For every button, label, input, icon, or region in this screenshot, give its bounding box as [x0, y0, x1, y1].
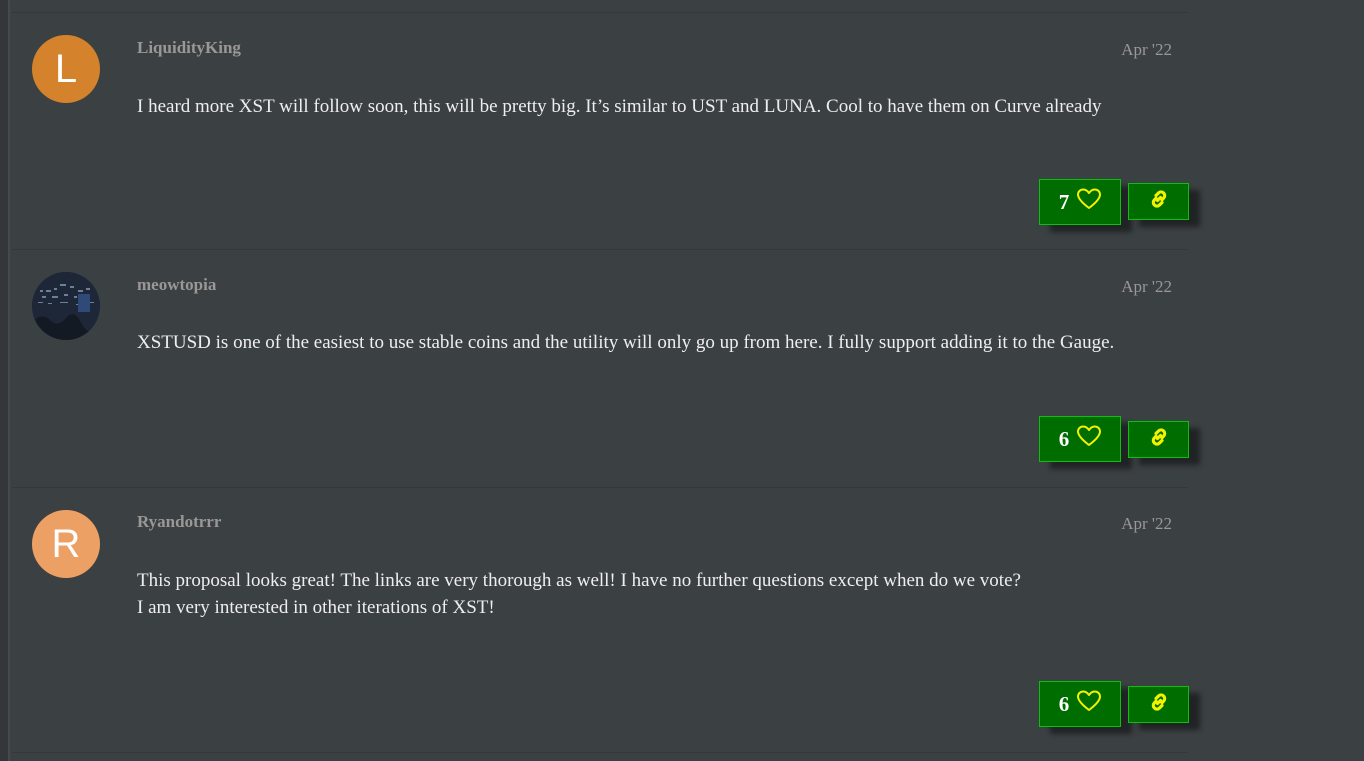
heart-icon	[1077, 690, 1102, 718]
post-body: I heard more XST will follow soon, this …	[137, 93, 1168, 120]
heart-icon	[1077, 425, 1102, 453]
post-body: This proposal looks great! The links are…	[137, 567, 1168, 621]
share-link-button[interactable]	[1128, 686, 1189, 723]
like-count: 6	[1058, 691, 1070, 716]
post-body: XSTUSD is one of the easiest to use stab…	[137, 329, 1168, 356]
post-date[interactable]: Apr '22	[1121, 277, 1172, 297]
link-icon	[1147, 187, 1171, 216]
username[interactable]: LiquidityKing	[137, 38, 241, 58]
post-body-line: I am very interested in other iterations…	[137, 597, 495, 618]
link-icon	[1147, 690, 1171, 719]
like-count: 7	[1058, 189, 1070, 214]
dark-chart-image	[32, 272, 100, 340]
post-body-line: I heard more XST will follow soon, this …	[137, 96, 1102, 117]
post-ryandotrrr: R Ryandotrrr Apr '22 This proposal looks…	[12, 487, 1189, 752]
avatar-letter: R	[51, 521, 81, 566]
post-body-line: This proposal looks great! The links are…	[137, 570, 1021, 591]
left-rail	[0, 0, 10, 761]
avatar[interactable]: R	[32, 510, 100, 578]
post-divider	[12, 752, 1188, 753]
like-count: 6	[1058, 426, 1070, 451]
link-icon	[1147, 425, 1171, 454]
like-button[interactable]: 6	[1039, 681, 1121, 727]
username[interactable]: meowtopia	[137, 275, 216, 295]
avatar[interactable]	[32, 272, 100, 340]
avatar-letter: L	[54, 46, 78, 91]
avatar[interactable]: L	[32, 35, 100, 103]
post-body-line: XSTUSD is one of the easiest to use stab…	[137, 332, 1115, 353]
share-link-button[interactable]	[1128, 183, 1189, 220]
post-meowtopia: meowtopia Apr '22 XSTUSD is one of the e…	[12, 249, 1189, 487]
heart-icon	[1077, 188, 1102, 216]
post-liquidityking: L LiquidityKing Apr '22 I heard more XST…	[12, 12, 1189, 249]
username[interactable]: Ryandotrrr	[137, 512, 221, 532]
post-date[interactable]: Apr '22	[1121, 514, 1172, 534]
share-link-button[interactable]	[1128, 421, 1189, 458]
like-button[interactable]: 7	[1039, 179, 1121, 225]
post-date[interactable]: Apr '22	[1121, 40, 1172, 60]
like-button[interactable]: 6	[1039, 416, 1121, 462]
